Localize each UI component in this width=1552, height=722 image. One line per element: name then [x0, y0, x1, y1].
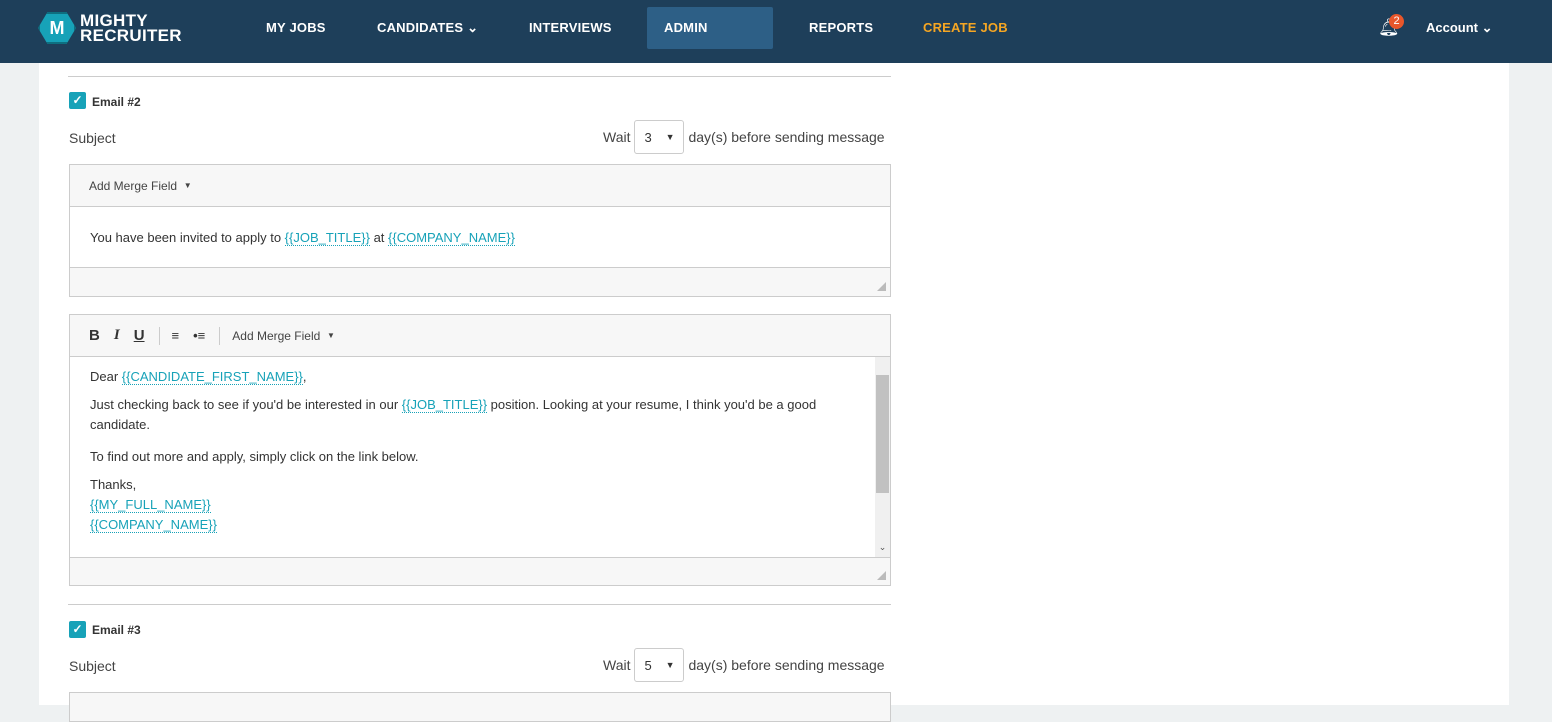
- chevron-down-icon: ⌄: [1481, 20, 1493, 35]
- subject-text: You have been invited to apply to: [90, 230, 285, 245]
- email-2-label: Email #2: [92, 95, 141, 109]
- nav-candidates[interactable]: CANDIDATES ⌄: [360, 7, 495, 49]
- nav-admin-tools[interactable]: ADMIN TOOLS: [647, 7, 773, 77]
- italic-button[interactable]: I: [114, 327, 120, 344]
- wait-row: Wait 5 ▼ day(s) before sending message: [603, 648, 885, 682]
- divider: [68, 76, 891, 77]
- wait-label: Wait: [603, 657, 631, 673]
- body-text: Thanks,: [90, 477, 137, 492]
- logo[interactable]: M MIGHTY RECRUITER: [38, 12, 182, 44]
- merge-field: {{JOB_TITLE}}: [284, 230, 370, 246]
- scrollbar[interactable]: ⌄: [875, 357, 890, 557]
- resize-handle[interactable]: [877, 282, 886, 291]
- body-toolbar: B I U ≡ •≡ Add Merge Field ▼: [70, 315, 890, 357]
- caret-down-icon: ▼: [183, 181, 192, 190]
- wait-days-value: 3: [644, 129, 652, 145]
- body-text: Just checking back to see if you'd be in…: [90, 397, 402, 412]
- email-3-checkbox[interactable]: ✓: [69, 621, 86, 638]
- body-text: ,: [302, 369, 307, 384]
- bold-button[interactable]: B: [89, 327, 100, 344]
- wait-suffix: day(s) before sending message: [688, 129, 885, 145]
- top-nav: M MIGHTY RECRUITER MY JOBS CANDIDATES ⌄ I…: [0, 0, 1552, 77]
- body-text: Dear: [90, 369, 122, 384]
- underline-button[interactable]: U: [134, 327, 145, 344]
- subject-editor: Add Merge Field ▼ You have been invited …: [69, 164, 891, 297]
- wait-suffix: day(s) before sending message: [688, 657, 885, 673]
- wait-days-select[interactable]: 3 ▼: [634, 120, 685, 154]
- merge-field: {{JOB_TITLE}}: [401, 397, 488, 413]
- add-merge-field-button[interactable]: Add Merge Field: [89, 179, 177, 193]
- account-menu[interactable]: Account ⌄: [1426, 20, 1493, 36]
- caret-down-icon: ▼: [326, 331, 335, 340]
- subject-toolbar: Add Merge Field ▼: [70, 165, 890, 207]
- wait-label: Wait: [603, 129, 631, 145]
- wait-days-value: 5: [644, 657, 652, 673]
- body-input[interactable]: Dear {{CANDIDATE_FIRST_NAME}}, Just chec…: [70, 357, 890, 557]
- nav-reports[interactable]: REPORTS: [792, 7, 890, 49]
- subject-editor: [69, 692, 891, 722]
- wait-days-select[interactable]: 5 ▼: [634, 648, 685, 682]
- notification-badge: 2: [1389, 14, 1404, 29]
- logo-mark: M: [38, 12, 76, 44]
- email-3-label: Email #3: [92, 623, 141, 637]
- divider: [158, 326, 160, 345]
- add-merge-field-button[interactable]: Add Merge Field: [232, 329, 320, 343]
- subject-input[interactable]: You have been invited to apply to {{JOB_…: [70, 207, 890, 268]
- nav-create-job[interactable]: CREATE JOB: [906, 7, 1025, 49]
- divider: [219, 326, 221, 345]
- account-label: Account: [1426, 20, 1478, 35]
- caret-down-icon: ▼: [665, 660, 675, 670]
- body-editor: B I U ≡ •≡ Add Merge Field ▼ Dear {{CAND…: [69, 314, 891, 586]
- editor-footer: [70, 557, 890, 585]
- ordered-list-icon[interactable]: ≡: [172, 328, 180, 343]
- nav-interviews[interactable]: INTERVIEWS: [512, 7, 629, 49]
- logo-bottom: RECRUITER: [80, 26, 182, 45]
- merge-field: {{COMPANY_NAME}}: [388, 230, 515, 246]
- chevron-down-icon: ⌄: [467, 20, 479, 35]
- subject-text: at: [369, 230, 389, 245]
- merge-field: {{CANDIDATE_FIRST_NAME}}: [121, 369, 303, 385]
- editor-footer: [70, 268, 890, 296]
- bullet-list-icon[interactable]: •≡: [193, 328, 205, 343]
- subject-label: Subject: [69, 130, 116, 146]
- scroll-down-icon[interactable]: ⌄: [875, 537, 890, 557]
- nav-candidates-label: CANDIDATES: [377, 20, 464, 35]
- email-2-checkbox[interactable]: ✓: [69, 92, 86, 109]
- nav-my-jobs[interactable]: MY JOBS: [249, 7, 343, 49]
- divider: [68, 604, 891, 605]
- caret-down-icon: ▼: [665, 132, 675, 142]
- scrollbar-thumb[interactable]: [876, 375, 889, 493]
- resize-handle[interactable]: [877, 571, 886, 580]
- wait-row: Wait 3 ▼ day(s) before sending message: [603, 120, 885, 154]
- subject-label: Subject: [69, 658, 116, 674]
- merge-field: {{COMPANY_NAME}}: [90, 517, 217, 533]
- body-text: To find out more and apply, simply click…: [90, 449, 419, 464]
- merge-field: {{MY_FULL_NAME}}: [90, 497, 211, 513]
